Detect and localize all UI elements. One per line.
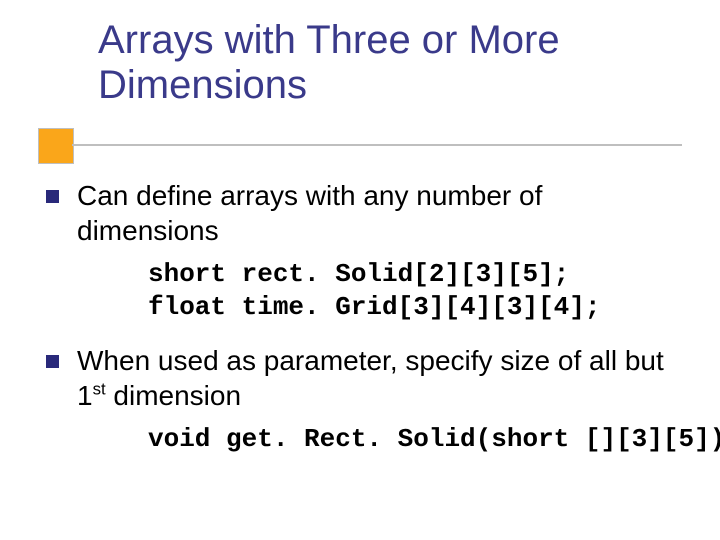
square-bullet-icon [46,355,59,368]
bullet-item: Can define arrays with any number of dim… [46,178,686,248]
bullet-text: When used as parameter, specify size of … [77,343,686,413]
bullet-item: When used as parameter, specify size of … [46,343,686,413]
slide-title: Arrays with Three or More Dimensions [98,18,658,108]
title-accent-square [38,128,74,164]
bullet-text: Can define arrays with any number of dim… [77,178,686,248]
code-block: short rect. Solid[2][3][5]; float time. … [148,258,686,325]
title-wrap: Arrays with Three or More Dimensions [98,18,658,108]
slide-body: Can define arrays with any number of dim… [46,178,686,474]
bullet-text-post: dimension [106,380,241,411]
slide: Arrays with Three or More Dimensions Can… [0,0,720,540]
ordinal-suffix: st [93,379,106,398]
square-bullet-icon [46,190,59,203]
title-underline [72,144,682,146]
code-block: void get. Rect. Solid(short [][3][5]); [148,423,686,456]
